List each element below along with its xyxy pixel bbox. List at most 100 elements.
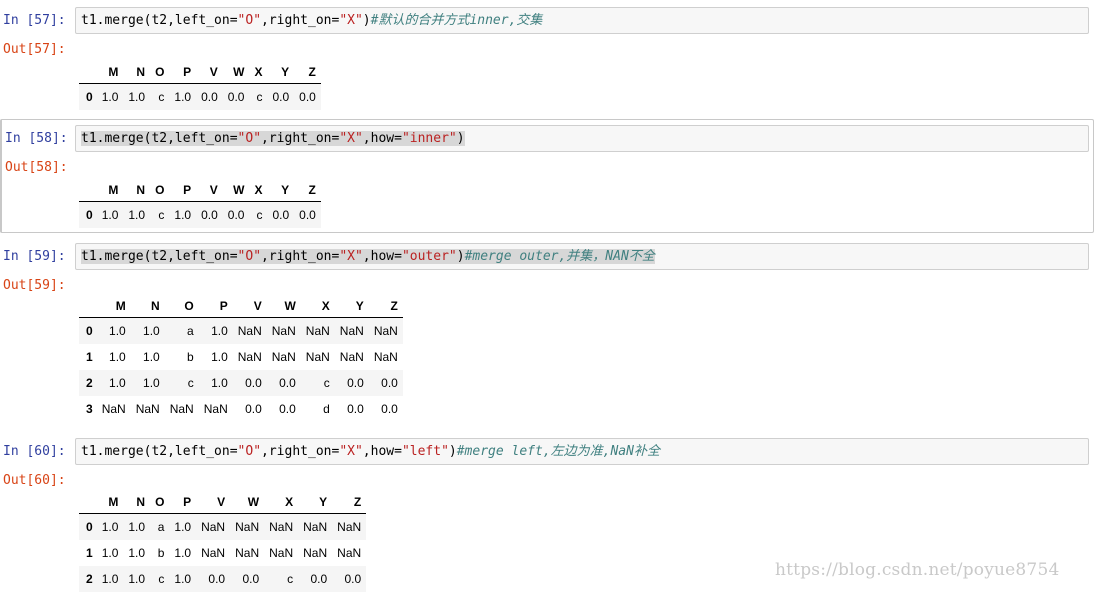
- table-cell: 1.0: [174, 90, 192, 104]
- table-cell: 1.0: [101, 208, 119, 222]
- table-cell: NaN: [337, 520, 362, 534]
- table-cell: NaN: [373, 350, 398, 364]
- table-cell: NaN: [339, 350, 364, 364]
- column-header: M: [96, 172, 124, 202]
- column-header: P: [169, 172, 197, 202]
- row-index: 0: [86, 208, 93, 222]
- column-header: W: [222, 172, 250, 202]
- column-header: N: [123, 172, 151, 202]
- row-index: 2: [86, 572, 93, 586]
- output-prompt: Out[60]:: [3, 473, 66, 488]
- table-cell: 1.0: [101, 572, 119, 586]
- table-cell: NaN: [201, 520, 226, 534]
- table-cell: NaN: [169, 402, 194, 416]
- column-header: W: [230, 484, 265, 514]
- column-header: Z: [294, 54, 321, 84]
- table-cell: NaN: [271, 324, 296, 338]
- code-text: ,how=: [362, 131, 402, 146]
- code-string: "O": [237, 131, 262, 146]
- table-cell: 1.0: [128, 208, 146, 222]
- table-row: 0 1.0 1.0 c 1.0 0.0 0.0 c 0.0 0.0: [79, 83, 321, 110]
- table-cell: 1.0: [128, 546, 146, 560]
- table-cell: 1.0: [128, 90, 146, 104]
- table-cell: a: [187, 324, 194, 338]
- code-input[interactable]: t1.merge(t2,left_on="O",right_on="X",how…: [75, 125, 1089, 152]
- column-header: Y: [334, 288, 369, 318]
- code-text: ): [448, 444, 457, 459]
- table-cell: d: [323, 402, 330, 416]
- notebook-cell-57: In [57]: t1.merge(t2,left_on="O",right_o…: [0, 0, 1097, 112]
- output-prompt: Out[59]:: [3, 278, 66, 293]
- code-input[interactable]: t1.merge(t2,left_on="O",right_on="X",how…: [75, 243, 1089, 270]
- code-string: "X": [339, 13, 363, 28]
- column-header: W: [222, 54, 250, 84]
- table-cell: 1.0: [143, 350, 160, 364]
- code-comment: #merge outer,并集，NAN不全: [464, 249, 655, 264]
- table-cell: NaN: [201, 546, 226, 560]
- code-string: "X": [339, 444, 363, 459]
- table-cell: 1.0: [109, 324, 126, 338]
- table-cell: 0.0: [279, 402, 296, 416]
- row-index: 2: [86, 376, 93, 390]
- table-cell: 1.0: [101, 546, 119, 560]
- column-header: X: [264, 484, 299, 514]
- code-string: "outer": [401, 249, 457, 264]
- code-text: ): [456, 249, 465, 264]
- index-header: [79, 172, 97, 202]
- table-cell: 0.0: [347, 402, 364, 416]
- row-index: 0: [86, 520, 93, 534]
- dataframe-output: M N O P V W X Y Z 0 1.0 1.0 a 1.0 NaN NaN NaN NaN NaN 1 1.0 1…: [79, 484, 367, 592]
- table-cell: NaN: [305, 350, 330, 364]
- table-cell: c: [158, 572, 165, 586]
- code-text: ): [362, 13, 371, 28]
- table-row: 3 NaN NaN NaN NaN 0.0 0.0 d 0.0 0.0: [79, 396, 403, 422]
- column-header: Z: [332, 484, 367, 514]
- column-header: V: [196, 484, 231, 514]
- table-cell: NaN: [373, 324, 398, 338]
- column-header: Y: [267, 172, 295, 202]
- table-cell: 0.0: [201, 90, 218, 104]
- row-index: 0: [86, 90, 93, 104]
- column-header: Y: [267, 54, 295, 84]
- code-string: "O": [237, 444, 262, 459]
- dataframe-output: M N O P V W X Y Z 0 1.0 1.0 a 1.0 NaN NaN NaN NaN NaN 1 1.0 1…: [79, 288, 403, 422]
- column-header: Y: [298, 484, 333, 514]
- output-prompt: Out[57]:: [3, 42, 66, 57]
- column-header: N: [130, 288, 165, 318]
- table-cell: NaN: [303, 520, 328, 534]
- table-cell: 0.0: [381, 376, 398, 390]
- input-prompt: In [58]:: [5, 131, 68, 146]
- table-cell: 1.0: [174, 520, 192, 534]
- column-header: M: [96, 484, 124, 514]
- code-text: ,how=: [362, 249, 402, 264]
- row-index: 1: [86, 350, 93, 364]
- table-cell: NaN: [235, 546, 260, 560]
- notebook-cell-58[interactable]: In [58]: t1.merge(t2,left_on="O",right_o…: [0, 119, 1094, 233]
- code-text: t1.merge(t2,left_on=: [81, 13, 238, 28]
- table-cell: 0.0: [227, 208, 245, 222]
- table-cell: 0.0: [344, 572, 362, 586]
- table-cell: 1.0: [128, 520, 146, 534]
- column-header: N: [123, 484, 151, 514]
- code-text: ,right_on=: [261, 444, 340, 459]
- code-text: t1.merge(t2,left_on=: [81, 444, 238, 459]
- code-string: "O": [237, 13, 262, 28]
- column-header: V: [196, 54, 223, 84]
- column-header: X: [249, 54, 268, 84]
- dataframe-output: M N O P V W X Y Z 0 1.0 1.0 c 1.0 0.0 0.0 c 0.0 0.0: [79, 54, 321, 110]
- table-cell: NaN: [203, 402, 228, 416]
- table-cell: 1.0: [101, 90, 119, 104]
- table-cell: 0.0: [242, 572, 260, 586]
- table-cell: 0.0: [299, 90, 316, 104]
- table-cell: 0.0: [272, 90, 290, 104]
- table-cell: 0.0: [381, 402, 398, 416]
- index-header: [79, 54, 97, 84]
- code-input[interactable]: t1.merge(t2,left_on="O",right_on="X",how…: [75, 438, 1089, 465]
- code-string: "X": [339, 131, 363, 146]
- code-line: t1.merge(t2,left_on="O",right_on="X",how…: [81, 130, 465, 147]
- column-header: Z: [368, 288, 403, 318]
- table-cell: 1.0: [174, 546, 192, 560]
- code-text: ,how=: [362, 444, 402, 459]
- table-row: 2 1.0 1.0 c 1.0 0.0 0.0 c 0.0 0.0: [79, 370, 403, 396]
- code-input[interactable]: t1.merge(t2,left_on="O",right_on="X")#默认…: [75, 7, 1089, 34]
